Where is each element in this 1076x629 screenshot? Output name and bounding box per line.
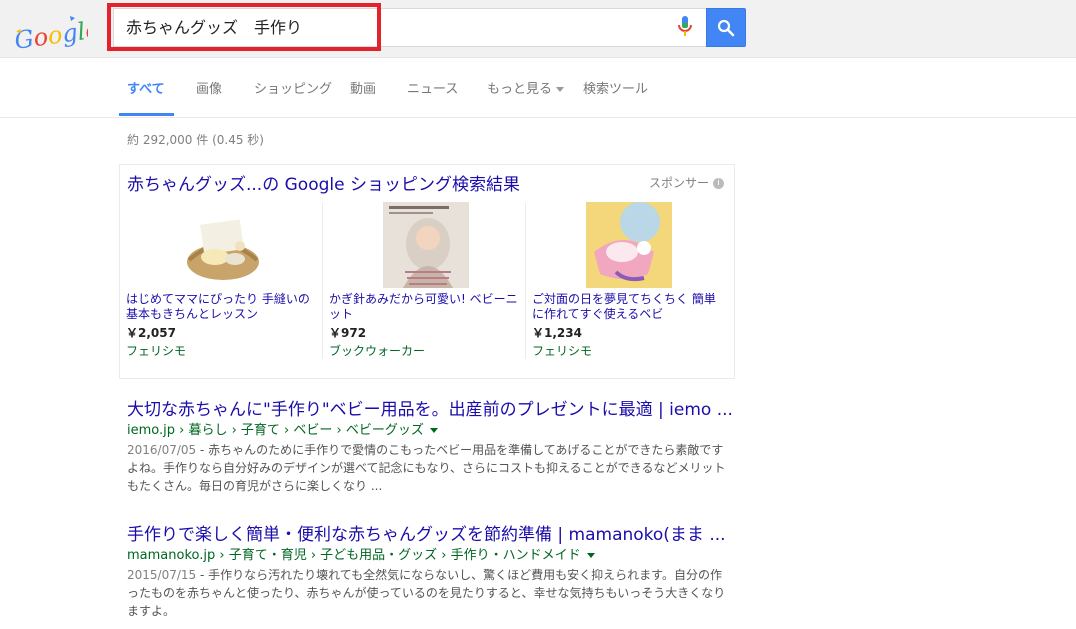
- result-url-text: mamanoko.jp › 子育て・育児 › 子ども用品・グッズ › 手作り・ハ…: [127, 548, 581, 563]
- product-seller: フェリシモ: [126, 344, 187, 358]
- result-url: mamanoko.jp › 子育て・育児 › 子ども用品・グッズ › 手作り・ハ…: [127, 547, 727, 565]
- search-button[interactable]: [706, 8, 746, 47]
- search-result: 大切な赤ちゃんに"手作り"ベビー用品を。出産前のプレゼントに最適 | iemo …: [127, 399, 733, 495]
- header-bar: Google 赤ちゃんグッズ 手作り: [0, 0, 1076, 58]
- caret-down-icon[interactable]: [586, 553, 595, 558]
- caret-down-icon[interactable]: [429, 428, 438, 433]
- result-url-text: iemo.jp › 暮らし › 子育て › ベビー › ベビーグッズ: [127, 423, 424, 438]
- search-result: 手作りで楽しく簡単・便利な赤ちゃんグッズを節約準備 | mamanoko(まま …: [127, 524, 727, 620]
- product-name[interactable]: はじめてママにぴったり 手縫いの基本もきちんとレッスン: [126, 292, 320, 322]
- product-seller: ブックウォーカー: [329, 344, 426, 358]
- product-price: ￥2,057: [126, 326, 176, 340]
- product-card[interactable]: はじめてママにぴったり 手縫いの基本もきちんとレッスン ￥2,057 フェリシモ: [120, 202, 320, 358]
- product-seller: フェリシモ: [532, 344, 593, 358]
- info-icon[interactable]: i: [713, 178, 724, 189]
- product-card[interactable]: かぎ針あみだから可愛い! ベビーニット ￥972 ブックウォーカー: [323, 202, 523, 358]
- tab-news[interactable]: ニュース: [407, 78, 458, 97]
- red-highlight-box: [107, 3, 381, 51]
- product-name[interactable]: かぎ針あみだから可愛い! ベビーニット: [329, 292, 523, 322]
- result-date: 2015/07/15: [127, 568, 197, 582]
- shopping-title[interactable]: 赤ちゃんグッズ...の Google ショッピング検索結果: [127, 170, 520, 195]
- google-logo[interactable]: Google: [12, 10, 88, 52]
- caret-down-icon: [556, 87, 565, 92]
- search-tabs: すべて 画像 ショッピング 動画 ニュース もっと見る 検索ツール: [0, 58, 1076, 118]
- result-title[interactable]: 大切な赤ちゃんに"手作り"ベビー用品を。出産前のプレゼントに最適 | iemo …: [127, 399, 733, 421]
- sponsor-text: スポンサー: [648, 176, 709, 190]
- product-image-book-cover[interactable]: [383, 202, 469, 288]
- tab-more[interactable]: もっと見る: [487, 78, 565, 97]
- result-snippet-text: - 赤ちゃんのために手作りで愛情のこもったベビー用品を準備してあげることができた…: [127, 443, 726, 493]
- product-price: ￥1,234: [532, 326, 582, 340]
- product-image-baby-goods[interactable]: [586, 202, 672, 288]
- svg-text:Google: Google: [13, 15, 88, 52]
- result-date: 2016/07/05: [127, 443, 197, 457]
- tab-images[interactable]: 画像: [196, 78, 222, 97]
- active-tab-indicator: [119, 113, 174, 116]
- search-icon: [717, 19, 735, 36]
- result-title[interactable]: 手作りで楽しく簡単・便利な赤ちゃんグッズを節約準備 | mamanoko(まま …: [127, 524, 727, 546]
- tab-search-tools[interactable]: 検索ツール: [583, 78, 648, 97]
- product-name[interactable]: ご対面の日を夢見てちくちく 簡単に作れてすぐ使えるベビ: [532, 292, 726, 322]
- result-snippet: 2015/07/15 - 手作りなら汚れたり壊れても全然気にならないし、驚くほど…: [127, 566, 727, 620]
- product-price: ￥972: [329, 326, 367, 340]
- shopping-results-box: 赤ちゃんグッズ...の Google ショッピング検索結果 スポンサー i はじめ…: [119, 164, 735, 379]
- tab-videos[interactable]: 動画: [350, 78, 376, 97]
- result-stats: 約 292,000 件 (0.45 秒): [127, 133, 264, 147]
- result-url: iemo.jp › 暮らし › 子育て › ベビー › ベビーグッズ: [127, 422, 727, 440]
- tab-more-label: もっと見る: [487, 82, 553, 97]
- product-image-basket[interactable]: [180, 202, 266, 288]
- sponsor-label: スポンサー i: [649, 174, 724, 191]
- microphone-icon[interactable]: [676, 15, 694, 39]
- result-snippet-text: - 手作りなら汚れたり壊れても全然気にならないし、驚くほど費用も安く抑えられます…: [127, 568, 726, 618]
- result-snippet: 2016/07/05 - 赤ちゃんのために手作りで愛情のこもったベビー用品を準備…: [127, 441, 727, 495]
- product-card[interactable]: ご対面の日を夢見てちくちく 簡単に作れてすぐ使えるベビ ￥1,234 フェリシモ: [526, 202, 726, 358]
- tab-shopping[interactable]: ショッピング: [254, 78, 332, 97]
- tab-all[interactable]: すべて: [127, 78, 165, 97]
